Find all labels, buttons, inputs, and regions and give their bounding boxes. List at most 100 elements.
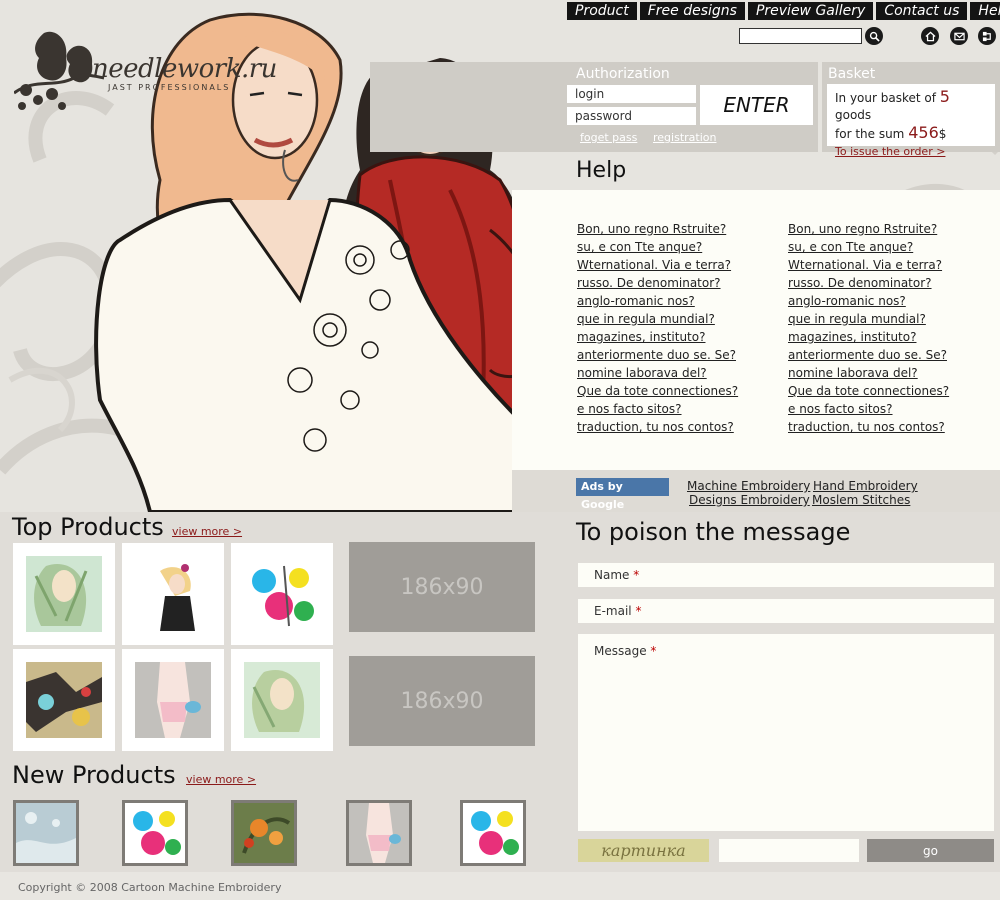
hero-section: needlework.ru JAST PROFESSIONALS Product… — [0, 0, 1000, 512]
ads-strip: Ads by Google Machine Embroidery Hand Em… — [512, 470, 1000, 512]
home-icon[interactable] — [921, 27, 939, 45]
logo-wordmark: needlework.ru — [92, 54, 277, 84]
nav-item-preview-gallery[interactable]: Preview Gallery — [747, 2, 874, 20]
top-product-thumb[interactable] — [122, 543, 224, 645]
mail-icon[interactable] — [950, 27, 968, 45]
basket-sum: 456 — [908, 123, 939, 142]
help-title: Help — [576, 158, 627, 183]
top-product-thumb[interactable] — [13, 649, 115, 751]
enter-button[interactable]: ENTER — [700, 85, 813, 125]
help-link[interactable]: russo. De denominator? — [788, 274, 949, 292]
product-image — [26, 556, 102, 632]
help-links-column-2: Bon, uno regno Rstruite? su, e con Tte an… — [788, 220, 949, 436]
help-link[interactable]: magazines, instituto? — [788, 328, 949, 346]
top-product-thumb[interactable] — [231, 649, 333, 751]
basket-currency: $ — [938, 127, 947, 141]
password-field[interactable] — [567, 107, 696, 125]
ad-banner-placeholder[interactable]: 186x90 — [349, 542, 535, 632]
product-image — [125, 803, 185, 863]
product-image — [135, 556, 211, 632]
ad-link-machine-embroidery[interactable]: Machine Embroidery — [687, 479, 810, 493]
ads-by-google-badge[interactable]: Ads by Google — [576, 478, 669, 511]
new-products-view-more-link[interactable]: view more > — [186, 773, 256, 786]
help-link[interactable]: e nos facto sitos? — [788, 400, 949, 418]
ad-link-hand-embroidery[interactable]: Hand Embroidery — [813, 479, 918, 493]
ad-link-moslem-stitches[interactable]: Moslem Stitches — [812, 493, 910, 507]
new-product-thumb[interactable] — [231, 800, 297, 866]
basket-panel: Basket In your basket of 5 goods for the… — [822, 62, 1000, 158]
new-product-thumb[interactable] — [346, 800, 412, 866]
copyright-text: Copyright © 2008 Cartoon Machine Embroid… — [18, 881, 282, 894]
nav-item-product[interactable]: Product — [567, 2, 637, 20]
required-mark: * — [635, 604, 642, 618]
help-link[interactable]: traduction, tu nos contos? — [788, 418, 949, 436]
help-link[interactable]: Que da tote connectiones? — [788, 382, 949, 400]
help-link[interactable]: Que da tote connectiones? — [577, 382, 738, 400]
help-link[interactable]: su, e con Tte anque? — [788, 238, 949, 256]
help-link[interactable]: magazines, instituto? — [577, 328, 738, 346]
required-mark: * — [633, 568, 640, 582]
help-link[interactable]: que in regula mundial? — [577, 310, 738, 328]
product-image — [16, 803, 76, 863]
name-label: Name — [594, 568, 630, 582]
top-products-title: Top Products — [12, 513, 164, 541]
ad-link-designs-embroidery[interactable]: Designs Embroidery — [689, 493, 810, 507]
help-link[interactable]: nomine laborava del? — [577, 364, 738, 382]
nav-item-help[interactable]: Help — [970, 2, 1000, 20]
ad-banner-placeholder[interactable]: 186x90 — [349, 656, 535, 746]
basket-title: Basket — [828, 66, 876, 82]
top-product-thumb[interactable] — [122, 649, 224, 751]
help-link[interactable]: traduction, tu nos contos? — [577, 418, 738, 436]
basket-text-sum: for the sum — [835, 127, 905, 141]
help-link[interactable]: anglo-romanic nos? — [577, 292, 738, 310]
nav-item-free-designs[interactable]: Free designs — [639, 2, 745, 20]
email-field[interactable]: E-mail * — [578, 599, 994, 623]
message-field[interactable]: Message * — [578, 634, 994, 831]
help-link[interactable]: e nos facto sitos? — [577, 400, 738, 418]
captcha-input[interactable] — [719, 839, 859, 862]
help-links-column-1: Bon, uno regno Rstruite? su, e con Tte an… — [577, 220, 738, 436]
search-icon[interactable] — [865, 27, 883, 45]
product-image — [463, 803, 523, 863]
message-label: Message — [594, 644, 647, 658]
help-link[interactable]: anglo-romanic nos? — [788, 292, 949, 310]
issue-order-link[interactable]: To issue the order > — [835, 143, 987, 160]
email-label: E-mail — [594, 604, 632, 618]
new-product-thumb[interactable] — [122, 800, 188, 866]
authorization-panel: Authorization ENTER foget pass registrat… — [370, 62, 818, 152]
help-link[interactable]: su, e con Tte anque? — [577, 238, 738, 256]
nav-item-contact-us[interactable]: Contact us — [876, 2, 968, 20]
captcha-image: картинка — [578, 839, 709, 862]
help-link[interactable]: Bon, uno regno Rstruite? — [577, 220, 738, 238]
required-mark: * — [650, 644, 657, 658]
product-image — [349, 803, 409, 863]
forgot-password-link[interactable]: foget pass — [580, 131, 637, 144]
sitemap-icon[interactable] — [978, 27, 996, 45]
help-link[interactable]: que in regula mundial? — [788, 310, 949, 328]
top-product-thumb[interactable] — [231, 543, 333, 645]
search-input[interactable] — [739, 28, 862, 44]
help-link[interactable]: nomine laborava del? — [788, 364, 949, 382]
top-products-view-more-link[interactable]: view more > — [172, 525, 242, 538]
authorization-title: Authorization — [576, 66, 670, 82]
product-image — [135, 662, 211, 738]
help-link[interactable]: Wternational. Via e terra? — [577, 256, 738, 274]
logo-tagline: JAST PROFESSIONALS — [108, 83, 231, 92]
registration-link[interactable]: registration — [653, 131, 716, 144]
login-field[interactable] — [567, 85, 696, 103]
new-product-thumb[interactable] — [460, 800, 526, 866]
product-image — [244, 556, 320, 632]
new-product-thumb[interactable] — [13, 800, 79, 866]
new-products-title: New Products — [12, 761, 176, 789]
help-link[interactable]: russo. De denominator? — [577, 274, 738, 292]
name-field[interactable]: Name * — [578, 563, 994, 587]
go-button[interactable]: go — [867, 839, 994, 862]
product-image — [244, 662, 320, 738]
help-link[interactable]: anteriormente duo se. Se? — [577, 346, 738, 364]
top-product-thumb[interactable] — [13, 543, 115, 645]
top-navigation: Product Free designs Preview Gallery Con… — [567, 2, 1000, 20]
help-link[interactable]: Wternational. Via e terra? — [788, 256, 949, 274]
basket-text-goods: goods — [835, 108, 872, 122]
help-link[interactable]: Bon, uno regno Rstruite? — [788, 220, 949, 238]
help-link[interactable]: anteriormente duo se. Se? — [788, 346, 949, 364]
